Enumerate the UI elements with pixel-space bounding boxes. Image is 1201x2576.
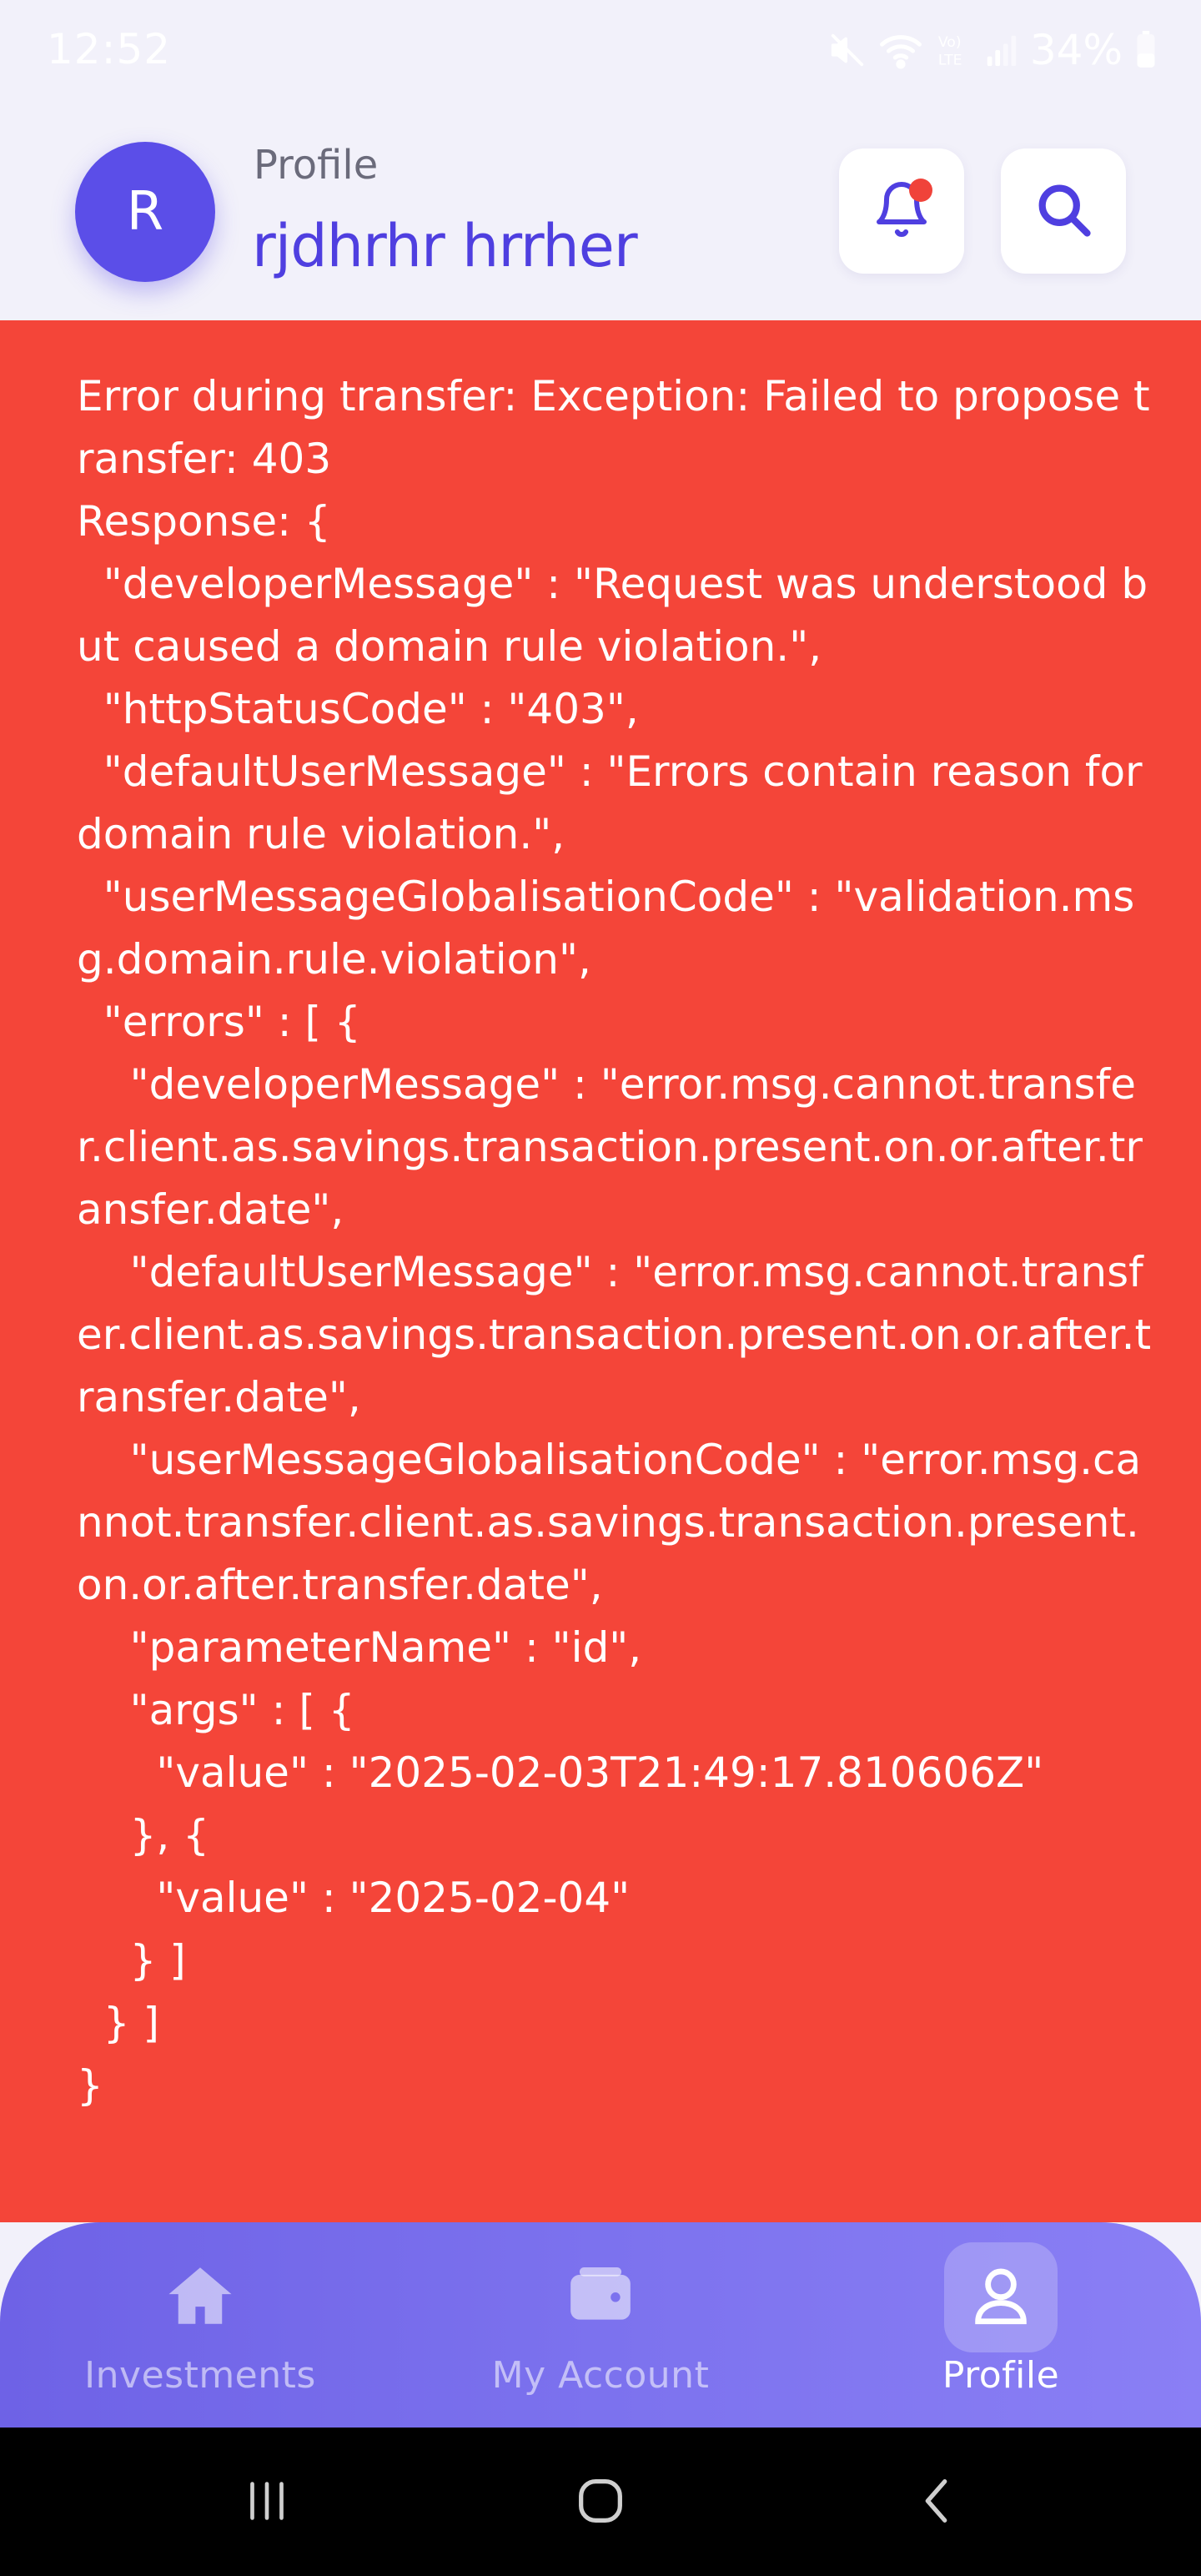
notification-dot <box>909 179 932 202</box>
nav-icon-container <box>143 2242 257 2352</box>
recents-button[interactable] <box>217 2461 317 2544</box>
app-screen: 12:52 Vo) LTE 34% R Profile rjdhrhr hrrh… <box>0 0 1201 2576</box>
error-message-text: Error during transfer: Exception: Failed… <box>77 372 1152 2110</box>
home-icon <box>163 2258 238 2337</box>
error-message-panel: Error during transfer: Exception: Failed… <box>0 320 1201 2222</box>
home-outline-icon <box>571 2472 630 2533</box>
back-button[interactable] <box>887 2461 987 2544</box>
notifications-button[interactable] <box>839 148 964 274</box>
header-subtitle: Profile <box>254 142 379 189</box>
status-bar: 12:52 Vo) LTE 34% <box>0 0 1201 108</box>
search-button[interactable] <box>1001 148 1126 274</box>
recents-icon <box>238 2472 296 2533</box>
nav-item-investments[interactable]: Investments <box>50 2222 350 2428</box>
nav-item-profile[interactable]: Profile <box>851 2222 1151 2428</box>
wallet-icon <box>565 2260 636 2335</box>
battery-icon <box>1134 31 1158 69</box>
status-icons: Vo) LTE 34% <box>828 25 1158 75</box>
user-name: rjdhrhr hrrher <box>252 212 638 280</box>
nav-label-my-account: My Account <box>491 2354 710 2397</box>
status-time: 12:52 <box>47 25 172 73</box>
bottom-navigation: Investments My Account Profile <box>0 2222 1201 2428</box>
profile-header: R Profile rjdhrhr hrrher <box>0 108 1201 320</box>
nav-item-my-account[interactable]: My Account <box>450 2222 751 2428</box>
wifi-icon <box>878 31 923 69</box>
home-button[interactable] <box>550 2461 651 2544</box>
svg-text:Vo): Vo) <box>938 34 962 51</box>
back-chevron-icon <box>908 2472 967 2533</box>
nav-label-investments: Investments <box>84 2354 316 2397</box>
signal-icon <box>985 31 1018 69</box>
nav-icon-container-active <box>944 2242 1058 2352</box>
search-icon <box>1032 178 1095 244</box>
nav-label-profile: Profile <box>942 2354 1060 2397</box>
volte-icon: Vo) LTE <box>935 31 973 69</box>
nav-icon-container <box>544 2242 657 2352</box>
battery-percent: 34% <box>1029 26 1123 74</box>
svg-text:LTE: LTE <box>938 52 962 68</box>
avatar[interactable]: R <box>75 142 215 282</box>
system-navigation-bar <box>0 2428 1201 2576</box>
mute-icon <box>828 31 867 69</box>
user-icon <box>967 2262 1035 2333</box>
